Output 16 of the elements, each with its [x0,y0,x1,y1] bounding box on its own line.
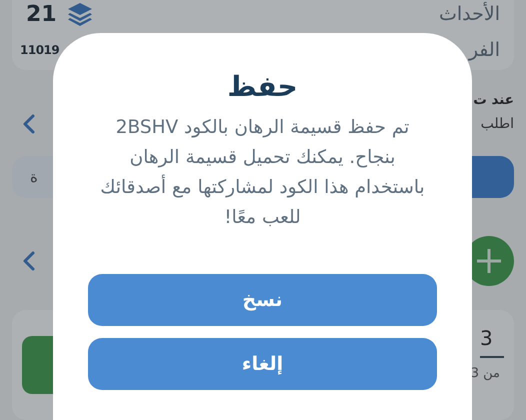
cancel-button[interactable]: إلغاء [88,338,437,390]
quantity-field[interactable]: 3 [480,326,504,358]
chevron-left-icon[interactable] [22,114,36,134]
stat-value: 11019 [20,43,60,57]
chevron-left-icon[interactable] [22,251,36,271]
dialog-message: تم حفظ قسيمة الرهان بالكود 2BSHV بنجاح. يمكنك تحميل قسيمة الرهان باستخدام هذا الكود لمشاركتها مع أصدقائك للعب معًا! [99,116,426,230]
dialog-title: حفظ [227,69,298,105]
stat-label: الأحداث [439,3,500,25]
layers-icon [66,2,93,26]
copy-button[interactable]: نسخ [88,274,437,326]
tab-pill[interactable] [470,156,514,198]
section-title: عند ت [472,91,514,110]
quantity-caption: من 3 [470,366,500,381]
stat-value: 21 [26,2,57,26]
hint-text: اطلب [480,116,514,132]
stat-label: الفر [468,39,500,61]
